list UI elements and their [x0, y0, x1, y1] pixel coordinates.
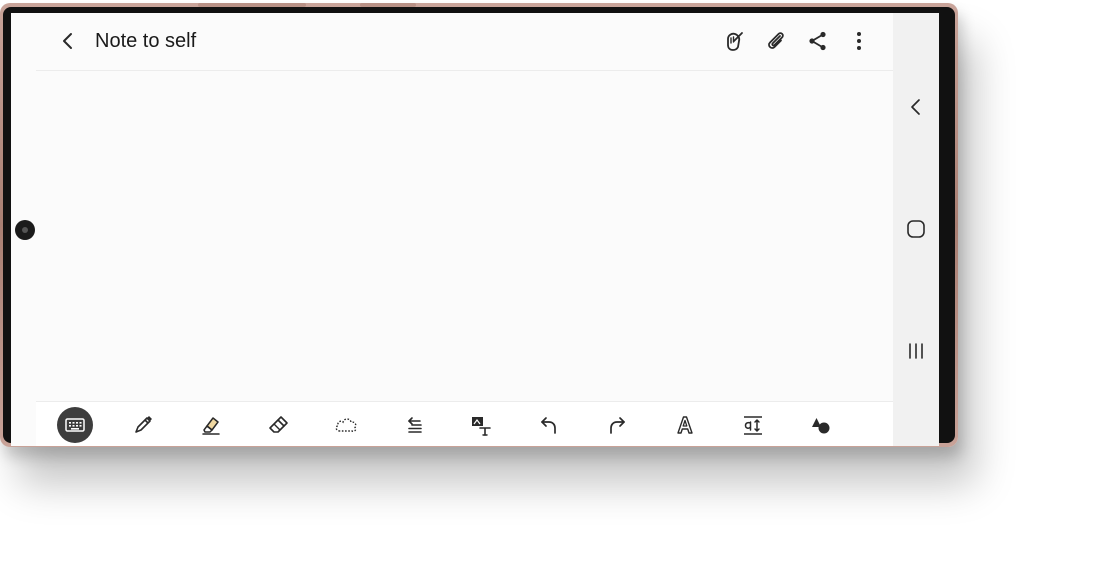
pen-toolbar: [36, 401, 893, 446]
outlined-a-icon: [677, 416, 693, 434]
share-button[interactable]: [802, 25, 834, 57]
nav-home-icon: [907, 220, 925, 238]
nav-recents-button[interactable]: [900, 335, 932, 367]
eraser-tool-button[interactable]: [260, 407, 296, 443]
share-icon: [809, 31, 826, 51]
text-align-tool-button[interactable]: [396, 407, 432, 443]
pen-hand-icon: [727, 32, 743, 51]
undo-button[interactable]: [531, 407, 567, 443]
eraser-icon: [269, 416, 288, 433]
note-canvas[interactable]: [11, 71, 893, 401]
font-size-button[interactable]: [735, 407, 771, 443]
nav-recents-icon: [909, 343, 923, 359]
nav-back-button[interactable]: [900, 91, 932, 123]
keyboard-tool-button[interactable]: [57, 407, 93, 443]
more-options-button[interactable]: [843, 25, 875, 57]
screen: Note to self: [11, 13, 939, 446]
keyboard-icon: [65, 418, 85, 432]
front-camera: [15, 220, 35, 240]
phone-frame: Note to self: [0, 3, 958, 447]
redo-button[interactable]: [599, 407, 635, 443]
lasso-tool-button[interactable]: [328, 407, 364, 443]
text-style-button[interactable]: [667, 407, 703, 443]
page-title: Note to self: [95, 30, 197, 52]
back-arrow-icon: [63, 33, 72, 49]
pen-tool-button[interactable]: [125, 407, 161, 443]
nav-home-button[interactable]: [900, 213, 932, 245]
app-bar: Note to self: [11, 13, 893, 70]
attach-button[interactable]: [760, 25, 792, 57]
text-size-icon: [744, 416, 762, 435]
image-to-text-tool-button[interactable]: [463, 407, 499, 443]
system-nav-bar: [893, 13, 939, 446]
text-align-icon: [408, 417, 422, 433]
nav-back-icon: [911, 99, 920, 115]
paperclip-icon: [768, 32, 784, 49]
lasso-cloud-icon: [335, 418, 357, 432]
undo-icon: [541, 417, 556, 434]
highlighter-tool-button[interactable]: [193, 407, 229, 443]
pen-mode-button[interactable]: [718, 25, 750, 57]
shapes-button[interactable]: [803, 407, 839, 443]
pen-icon: [135, 416, 152, 433]
more-vert-icon: [857, 32, 861, 50]
redo-icon: [610, 417, 625, 434]
shapes-icon: [812, 418, 830, 434]
back-button[interactable]: [52, 25, 84, 57]
highlighter-icon: [202, 417, 220, 435]
image-text-icon: [472, 417, 491, 436]
